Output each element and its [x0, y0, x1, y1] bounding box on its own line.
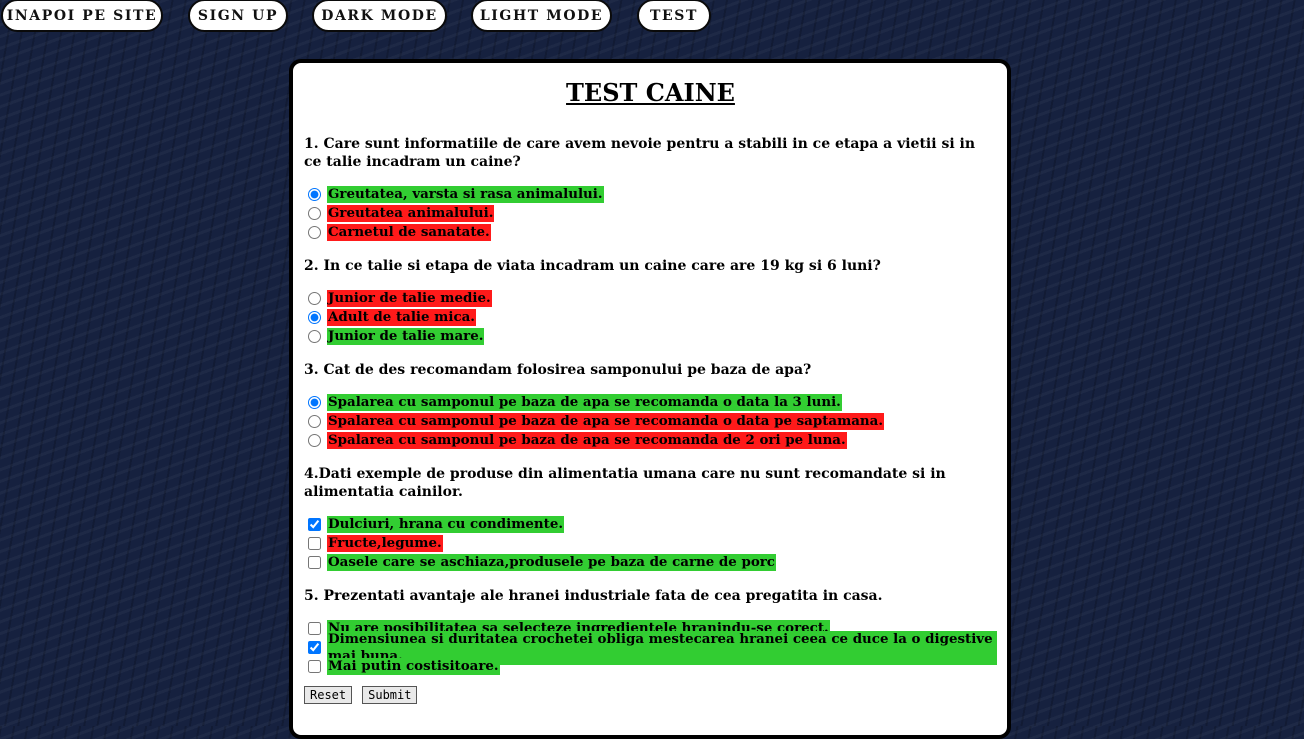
answer-option[interactable]: Spalarea cu samponul pe baza de apa se r… — [304, 412, 997, 431]
answer-checkbox[interactable] — [308, 556, 321, 569]
question-block: 3. Cat de des recomandam folosirea sampo… — [304, 361, 997, 450]
dark-mode-button[interactable]: DARK MODE — [312, 0, 447, 32]
answer-label: Junior de talie mare. — [327, 328, 485, 345]
quiz-card: TEST CAINE 1. Care sunt informatiile de … — [289, 59, 1011, 739]
question-text: 3. Cat de des recomandam folosirea sampo… — [304, 362, 812, 378]
answer-option[interactable]: Carnetul de sanatate. — [304, 223, 997, 242]
answer-checkbox[interactable] — [308, 518, 321, 531]
answer-label: Greutatea animalului. — [327, 205, 495, 222]
answer-label: Mai putin costisitoare. — [327, 658, 500, 675]
answer-option[interactable]: Oasele care se aschiaza,produsele pe baz… — [304, 553, 997, 572]
answer-label: Carnetul de sanatate. — [327, 224, 491, 241]
answer-options: Dulciuri, hrana cu condimente. Fructe,leg… — [304, 515, 997, 572]
answer-label: Dulciuri, hrana cu condimente. — [327, 516, 565, 533]
question-block: 1. Care sunt informatiile de care avem n… — [304, 135, 997, 242]
back-to-site-button[interactable]: INAPOI PE SITE — [1, 0, 163, 32]
answer-option[interactable]: Spalarea cu samponul pe baza de apa se r… — [304, 393, 997, 412]
answer-radio[interactable] — [308, 415, 321, 428]
answer-options: Spalarea cu samponul pe baza de apa se r… — [304, 393, 997, 450]
answer-option[interactable]: Spalarea cu samponul pe baza de apa se r… — [304, 431, 997, 450]
answer-radio[interactable] — [308, 207, 321, 220]
question-text: 4.Dati exemple de produse din alimentati… — [304, 466, 946, 500]
answer-radio[interactable] — [308, 311, 321, 324]
answer-label: Spalarea cu samponul pe baza de apa se r… — [327, 432, 847, 449]
answer-option[interactable]: Dulciuri, hrana cu condimente. — [304, 515, 997, 534]
light-mode-button[interactable]: LIGHT MODE — [471, 0, 612, 32]
answer-option[interactable]: Greutatea, varsta si rasa animalului. — [304, 185, 997, 204]
answer-label: Fructe,legume. — [327, 535, 443, 552]
quiz-form: 1. Care sunt informatiile de care avem n… — [304, 135, 997, 676]
answer-label: Adult de talie mica. — [327, 309, 476, 326]
answer-checkbox[interactable] — [308, 622, 321, 635]
answer-options: Junior de talie medie. Adult de talie mic… — [304, 289, 997, 346]
answer-checkbox[interactable] — [308, 641, 321, 654]
sign-up-button[interactable]: SIGN UP — [188, 0, 288, 32]
answer-radio[interactable] — [308, 434, 321, 447]
answer-radio[interactable] — [308, 188, 321, 201]
answer-radio[interactable] — [308, 226, 321, 239]
answer-option[interactable]: Junior de talie mare. — [304, 327, 997, 346]
answer-options: Nu are posibilitatea sa selecteze ingred… — [304, 619, 997, 676]
question-block: 2. In ce talie si etapa de viata incadra… — [304, 257, 997, 346]
page-title: TEST CAINE — [566, 78, 735, 107]
answer-options: Greutatea, varsta si rasa animalului. Gre… — [304, 185, 997, 242]
answer-label: Oasele care se aschiaza,produsele pe baz… — [327, 554, 776, 571]
reset-button[interactable]: Reset — [304, 686, 353, 704]
answer-radio[interactable] — [308, 396, 321, 409]
answer-option[interactable]: Fructe,legume. — [304, 534, 997, 553]
answer-label: Spalarea cu samponul pe baza de apa se r… — [327, 394, 842, 411]
answer-checkbox[interactable] — [308, 660, 321, 673]
submit-button[interactable]: Submit — [362, 686, 418, 704]
answer-label: Spalarea cu samponul pe baza de apa se r… — [327, 413, 885, 430]
question-text: 5. Prezentati avantaje ale hranei indust… — [304, 588, 883, 604]
form-actions: Reset Submit — [304, 686, 997, 704]
test-button[interactable]: TEST — [637, 0, 711, 32]
answer-option[interactable]: Junior de talie medie. — [304, 289, 997, 308]
answer-label: Junior de talie medie. — [327, 290, 492, 307]
question-text: 1. Care sunt informatiile de care avem n… — [304, 136, 976, 170]
answer-label: Greutatea, varsta si rasa animalului. — [327, 186, 604, 203]
question-block: 4.Dati exemple de produse din alimentati… — [304, 465, 997, 572]
answer-radio[interactable] — [308, 292, 321, 305]
answer-option[interactable]: Adult de talie mica. — [304, 308, 997, 327]
question-text: 2. In ce talie si etapa de viata incadra… — [304, 258, 881, 274]
answer-radio[interactable] — [308, 330, 321, 343]
question-block: 5. Prezentati avantaje ale hranei indust… — [304, 587, 997, 676]
answer-option[interactable]: Dimensiunea si duritatea crochetei oblig… — [304, 630, 997, 665]
answer-option[interactable]: Greutatea animalului. — [304, 204, 997, 223]
answer-checkbox[interactable] — [308, 537, 321, 550]
